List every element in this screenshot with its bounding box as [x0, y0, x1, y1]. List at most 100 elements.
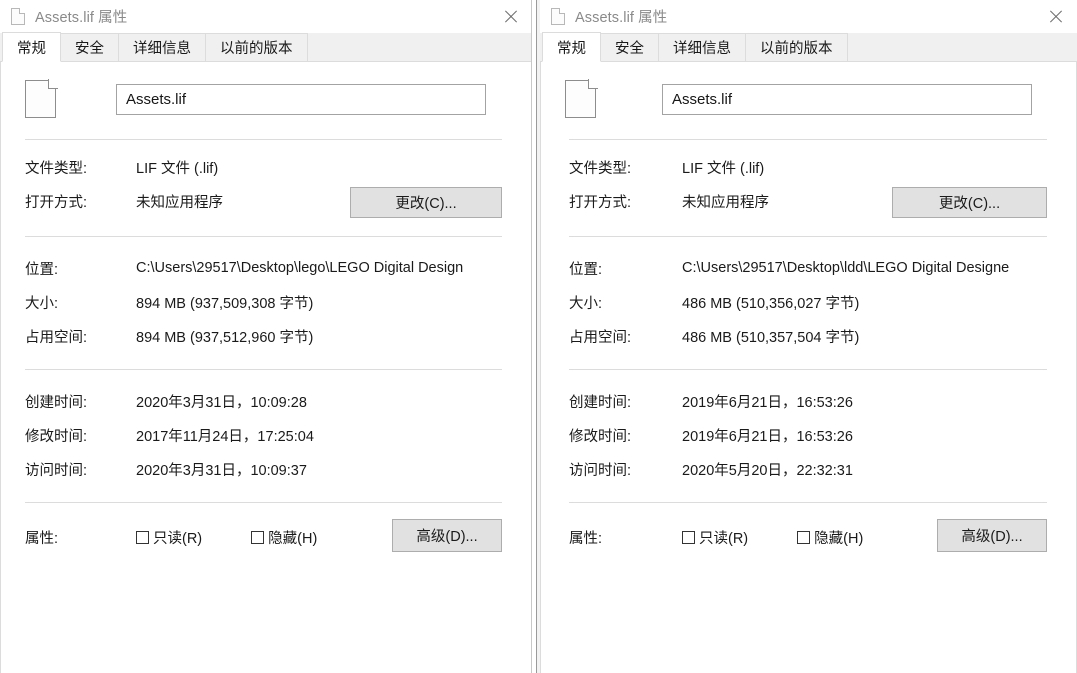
row-opens-with: 打开方式: 未知应用程序 更改(C)... — [1, 184, 531, 218]
hidden-checkbox[interactable]: 隐藏(H) — [797, 527, 863, 548]
row-accessed: 访问时间: 2020年3月31日，10:09:37 — [1, 452, 531, 486]
row-size-on-disk: 占用空间: 894 MB (937,512,960 字节) — [1, 319, 531, 353]
value-size: 486 MB (510,356,027 字节) — [682, 295, 860, 312]
value-modified: 2017年11月24日，17:25:04 — [136, 428, 314, 445]
advanced-button[interactable]: 高级(D)... — [392, 519, 502, 552]
checkbox-icon — [251, 530, 265, 544]
tab-details[interactable]: 详细信息 — [118, 33, 206, 61]
value-size: 894 MB (937,509,308 字节) — [136, 295, 314, 312]
readonly-label: 只读(R) — [699, 530, 749, 547]
tab-details[interactable]: 详细信息 — [658, 33, 746, 61]
label-opens-with: 打开方式: — [569, 194, 632, 211]
checkbox-icon — [682, 530, 695, 544]
value-location: C:\Users\29517\Desktop\lego\LEGO Digital… — [136, 260, 464, 276]
attributes-row: 属性: 只读(R) 隐藏(H) 高级(D)... — [541, 517, 1076, 557]
value-accessed: 2020年3月31日，10:09:37 — [136, 462, 307, 479]
label-size-on-disk: 占用空间: — [569, 329, 632, 346]
hidden-label: 隐藏(H) — [814, 530, 864, 547]
row-file-type: 文件类型: LIF 文件 (.lif) — [1, 150, 531, 184]
general-tab-panel-right: Assets.lif 文件类型: LIF 文件 (.lif) 打开方式: 未知应… — [540, 62, 1077, 673]
readonly-checkbox[interactable]: 只读(R) — [136, 527, 202, 548]
window-title: Assets.lif 属性 — [35, 10, 128, 26]
label-file-type: 文件类型: — [569, 160, 632, 177]
value-size-on-disk: 486 MB (510,357,504 字节) — [682, 329, 860, 346]
label-size: 大小: — [25, 295, 59, 312]
value-modified: 2019年6月21日，16:53:26 — [682, 428, 853, 445]
row-modified: 修改时间: 2019年6月21日，16:53:26 — [541, 418, 1076, 452]
tabstrip-right: 常规 安全 详细信息 以前的版本 — [540, 32, 1077, 62]
document-icon — [11, 7, 26, 26]
tab-previous-versions[interactable]: 以前的版本 — [745, 33, 848, 61]
label-opens-with: 打开方式: — [25, 194, 88, 211]
row-opens-with: 打开方式: 未知应用程序 更改(C)... — [541, 184, 1076, 218]
size-section: 位置: C:\Users\29517\Desktop\ldd\LEGO Digi… — [541, 249, 1076, 353]
filename-row: Assets.lif — [541, 62, 1076, 119]
change-button[interactable]: 更改(C)... — [892, 187, 1047, 218]
value-created: 2020年3月31日，10:09:28 — [136, 394, 307, 411]
readonly-label: 只读(R) — [153, 530, 203, 547]
label-location: 位置: — [25, 261, 59, 278]
checkbox-icon — [797, 530, 811, 544]
row-accessed: 访问时间: 2020年5月20日，22:32:31 — [541, 452, 1076, 486]
readonly-checkbox[interactable]: 只读(R) — [682, 527, 748, 548]
tabstrip-left: 常规 安全 详细信息 以前的版本 — [0, 32, 532, 62]
label-created: 创建时间: — [569, 394, 632, 411]
value-size-on-disk: 894 MB (937,512,960 字节) — [136, 329, 314, 346]
time-section: 创建时间: 2020年3月31日，10:09:28 修改时间: 2017年11月… — [1, 382, 531, 486]
window-title: Assets.lif 属性 — [575, 10, 668, 26]
label-size: 大小: — [569, 295, 603, 312]
desktop-background: Assets.lif 属性 常规 安全 详细信息 以前的版本 Assets.li… — [0, 0, 1077, 673]
titlebar-right: Assets.lif 属性 — [540, 0, 1077, 33]
tab-general[interactable]: 常规 — [542, 32, 601, 62]
properties-dialog-right: Assets.lif 属性 常规 安全 详细信息 以前的版本 Assets.li… — [540, 0, 1077, 673]
label-attributes: 属性: — [569, 530, 603, 547]
tab-security[interactable]: 安全 — [60, 33, 119, 61]
type-section: 文件类型: LIF 文件 (.lif) 打开方式: 未知应用程序 更改(C)..… — [1, 148, 531, 218]
change-button[interactable]: 更改(C)... — [350, 187, 502, 218]
tab-security[interactable]: 安全 — [600, 33, 659, 61]
filename-input[interactable]: Assets.lif — [662, 84, 1032, 115]
general-tab-panel-left: Assets.lif 文件类型: LIF 文件 (.lif) 打开方式: 未知应… — [0, 62, 532, 673]
filename-row: Assets.lif — [1, 62, 531, 119]
file-type-icon — [25, 79, 58, 119]
row-size-on-disk: 占用空间: 486 MB (510,357,504 字节) — [541, 319, 1076, 353]
type-section: 文件类型: LIF 文件 (.lif) 打开方式: 未知应用程序 更改(C)..… — [541, 148, 1076, 218]
properties-dialog-left: Assets.lif 属性 常规 安全 详细信息 以前的版本 Assets.li… — [0, 0, 532, 673]
advanced-button[interactable]: 高级(D)... — [937, 519, 1047, 552]
row-created: 创建时间: 2019年6月21日，16:53:26 — [541, 384, 1076, 418]
window-edge-right — [536, 0, 537, 673]
hidden-checkbox[interactable]: 隐藏(H) — [251, 527, 317, 548]
label-location: 位置: — [569, 261, 603, 278]
attributes-row: 属性: 只读(R) 隐藏(H) 高级(D)... — [1, 517, 531, 557]
value-location: C:\Users\29517\Desktop\ldd\LEGO Digital … — [682, 260, 1010, 276]
time-section: 创建时间: 2019年6月21日，16:53:26 修改时间: 2019年6月2… — [541, 382, 1076, 486]
label-accessed: 访问时间: — [569, 462, 632, 479]
label-modified: 修改时间: — [25, 428, 88, 445]
close-icon — [503, 9, 518, 24]
value-created: 2019年6月21日，16:53:26 — [682, 394, 853, 411]
close-button[interactable] — [488, 0, 532, 32]
label-modified: 修改时间: — [569, 428, 632, 445]
label-size-on-disk: 占用空间: — [25, 329, 88, 346]
row-size: 大小: 894 MB (937,509,308 字节) — [1, 285, 531, 319]
row-file-type: 文件类型: LIF 文件 (.lif) — [541, 150, 1076, 184]
close-icon — [1048, 9, 1063, 24]
filename-input[interactable]: Assets.lif — [116, 84, 486, 115]
tab-general[interactable]: 常规 — [2, 32, 61, 62]
label-attributes: 属性: — [25, 530, 59, 547]
document-icon — [551, 7, 566, 26]
size-section: 位置: C:\Users\29517\Desktop\lego\LEGO Dig… — [1, 249, 531, 353]
label-accessed: 访问时间: — [25, 462, 88, 479]
label-created: 创建时间: — [25, 394, 88, 411]
tab-previous-versions[interactable]: 以前的版本 — [205, 33, 308, 61]
close-button[interactable] — [1033, 0, 1077, 32]
row-size: 大小: 486 MB (510,356,027 字节) — [541, 285, 1076, 319]
value-accessed: 2020年5月20日，22:32:31 — [682, 462, 853, 479]
label-file-type: 文件类型: — [25, 160, 88, 177]
row-modified: 修改时间: 2017年11月24日，17:25:04 — [1, 418, 531, 452]
value-file-type: LIF 文件 (.lif) — [682, 160, 765, 177]
titlebar-left: Assets.lif 属性 — [0, 0, 532, 33]
file-type-icon — [565, 79, 598, 119]
hidden-label: 隐藏(H) — [268, 530, 318, 547]
row-created: 创建时间: 2020年3月31日，10:09:28 — [1, 384, 531, 418]
